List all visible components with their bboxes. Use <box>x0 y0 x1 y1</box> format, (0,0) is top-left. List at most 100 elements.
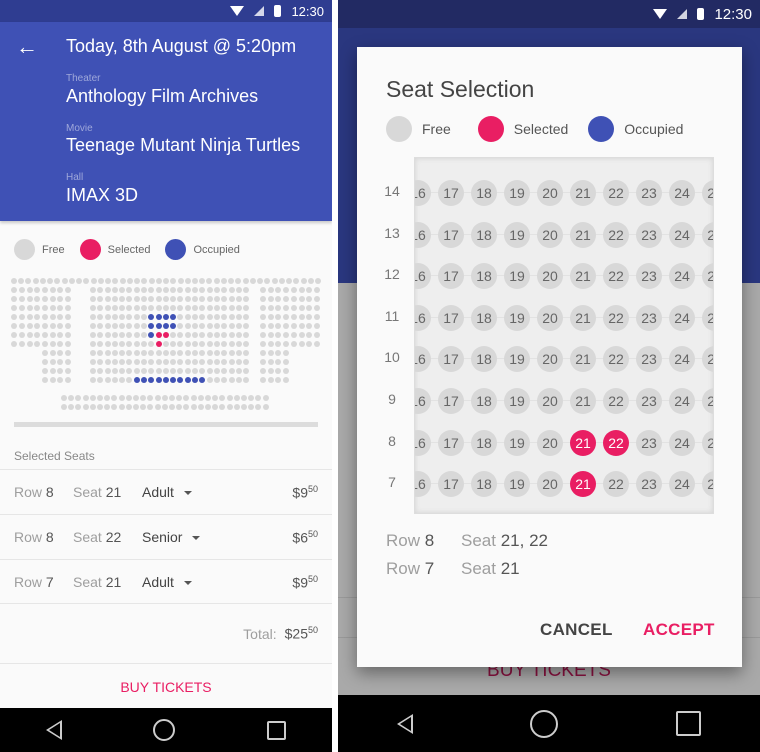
seat[interactable] <box>26 287 33 293</box>
seat-free[interactable]: 20 <box>537 180 563 206</box>
seat[interactable] <box>267 350 274 356</box>
seat-free[interactable]: 17 <box>438 180 464 206</box>
seat[interactable] <box>206 350 213 356</box>
seat[interactable] <box>199 296 206 302</box>
seat-free[interactable]: 17 <box>438 429 464 456</box>
seat[interactable] <box>104 341 111 347</box>
seat[interactable] <box>104 314 111 320</box>
seat[interactable] <box>306 287 313 293</box>
seat[interactable] <box>290 341 297 347</box>
seat-free[interactable]: 18 <box>471 429 497 456</box>
seat[interactable] <box>104 368 111 374</box>
seat-free[interactable]: 16 <box>415 304 431 331</box>
seat[interactable] <box>65 332 71 338</box>
seat-free[interactable]: 19 <box>504 263 530 290</box>
seat[interactable] <box>155 296 162 302</box>
seat[interactable] <box>90 341 96 347</box>
seat-free[interactable]: 23 <box>636 221 662 248</box>
seat[interactable] <box>267 323 274 329</box>
seat[interactable] <box>177 350 184 356</box>
seat[interactable] <box>197 395 204 401</box>
seat-free[interactable]: 19 <box>504 180 530 206</box>
seat-free[interactable]: 20 <box>537 346 563 373</box>
seat[interactable] <box>260 323 266 329</box>
seat[interactable] <box>140 395 147 401</box>
seat[interactable] <box>170 332 177 338</box>
seat[interactable] <box>57 341 64 347</box>
seat[interactable] <box>306 305 313 311</box>
seat[interactable] <box>111 341 118 347</box>
seat[interactable] <box>133 296 140 302</box>
seat[interactable] <box>307 278 314 284</box>
seat[interactable] <box>49 341 56 347</box>
seat[interactable] <box>133 287 140 293</box>
seat[interactable] <box>271 278 278 284</box>
seat[interactable] <box>57 296 64 302</box>
seat[interactable] <box>206 368 213 374</box>
seat[interactable] <box>154 404 161 410</box>
seat[interactable] <box>298 314 305 320</box>
seat[interactable] <box>243 296 250 302</box>
seat[interactable] <box>18 287 25 293</box>
recents-nav-icon[interactable] <box>676 711 702 736</box>
seat[interactable] <box>199 368 206 374</box>
seat-free[interactable]: 22 <box>603 263 629 290</box>
seat-free[interactable]: 18 <box>471 263 497 290</box>
seat[interactable] <box>105 278 112 284</box>
cancel-button[interactable]: CANCEL <box>540 620 613 640</box>
seat[interactable] <box>141 278 148 284</box>
seat[interactable] <box>267 377 274 383</box>
seat[interactable] <box>199 287 206 293</box>
seat[interactable] <box>76 278 83 284</box>
seat[interactable] <box>162 359 169 365</box>
seat-free[interactable]: 20 <box>537 471 563 498</box>
seat-free[interactable]: 16 <box>415 471 431 498</box>
seat[interactable] <box>162 350 169 356</box>
seat[interactable] <box>169 404 175 410</box>
seat[interactable] <box>111 377 118 383</box>
seat-free[interactable]: 24 <box>669 388 695 414</box>
seat-free[interactable]: 19 <box>504 346 530 373</box>
seat[interactable] <box>290 296 297 302</box>
seat[interactable] <box>97 341 104 347</box>
seat[interactable] <box>243 287 250 293</box>
seat[interactable] <box>221 368 228 374</box>
seat[interactable] <box>126 305 133 311</box>
seat[interactable] <box>213 332 220 338</box>
seat[interactable] <box>162 287 169 293</box>
seat[interactable] <box>90 359 96 365</box>
seat[interactable] <box>170 368 177 374</box>
seat-free[interactable]: 24 <box>669 221 695 248</box>
seat-free[interactable]: 23 <box>636 263 662 290</box>
seat[interactable] <box>228 305 235 311</box>
seat-free[interactable]: 24 <box>669 346 695 373</box>
seat[interactable] <box>243 332 250 338</box>
seat[interactable] <box>18 341 25 347</box>
seat[interactable] <box>61 278 68 284</box>
seat[interactable] <box>119 287 126 293</box>
seat[interactable] <box>298 296 305 302</box>
seat[interactable] <box>133 332 140 338</box>
seat[interactable] <box>221 359 228 365</box>
seat[interactable] <box>97 296 104 302</box>
recents-nav-icon[interactable] <box>267 720 287 740</box>
seat-free[interactable]: 19 <box>504 471 530 498</box>
seat[interactable] <box>293 278 300 284</box>
seat[interactable] <box>133 323 140 329</box>
seat[interactable] <box>177 314 184 320</box>
seat[interactable] <box>290 323 297 329</box>
seat[interactable] <box>235 350 242 356</box>
seat[interactable] <box>221 377 228 383</box>
seat[interactable] <box>205 404 211 410</box>
seat[interactable] <box>226 404 233 410</box>
seat[interactable] <box>65 323 71 329</box>
seat[interactable] <box>111 350 118 356</box>
seat[interactable] <box>235 314 242 320</box>
seat[interactable] <box>141 323 148 329</box>
seat[interactable] <box>170 359 177 365</box>
seat[interactable] <box>267 341 274 347</box>
seat[interactable] <box>26 332 33 338</box>
seat-free[interactable]: 18 <box>471 180 497 206</box>
seat[interactable] <box>220 278 227 284</box>
seat[interactable] <box>262 404 269 410</box>
